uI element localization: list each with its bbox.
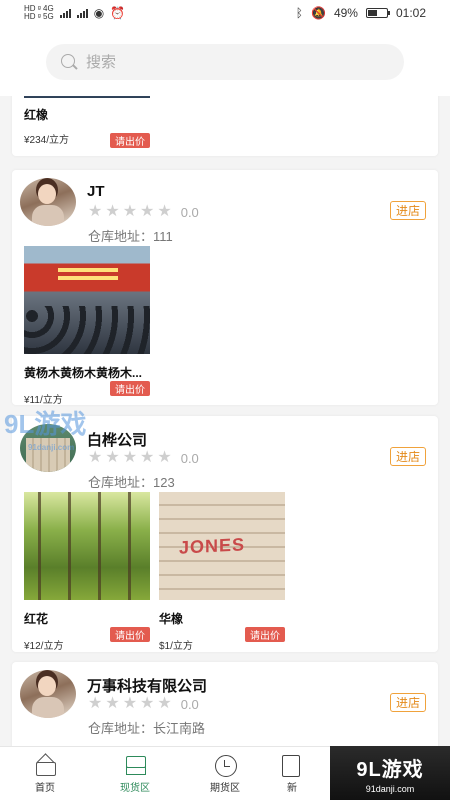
product-image[interactable] xyxy=(159,492,285,600)
quote-button[interactable]: 请出价 xyxy=(110,627,150,642)
ad-badge-subtext: 91danji.com xyxy=(365,783,415,794)
shop-name[interactable]: 万事科技有限公司 xyxy=(87,675,207,696)
battery-icon xyxy=(365,8,390,18)
nav-label: 首页 xyxy=(35,782,55,794)
mute-icon: 🔕 xyxy=(310,6,326,20)
quote-button[interactable]: 请出价 xyxy=(110,133,150,148)
nav-item-spot[interactable]: 现货区 xyxy=(90,747,180,800)
rating-value: 0.0 xyxy=(180,450,199,466)
shop-card: 万事科技有限公司 ★ ★ ★ ★ ★ 0.0 仓库地址：长江南路 进店 xyxy=(12,662,438,746)
product-name: 黄杨木黄杨木黄杨木... xyxy=(24,366,143,380)
signal-icon-2 xyxy=(76,8,88,18)
status-right: ᛒ 🔕 49% 01:02 xyxy=(296,6,426,20)
shop-avatar[interactable] xyxy=(20,670,76,718)
product-name: 华橡 xyxy=(159,612,184,626)
clock-icon xyxy=(214,754,237,777)
product-item[interactable]: 华橡 $1/立方 请出价 xyxy=(159,492,285,652)
warehouse-address: 仓库地址：长江南路 xyxy=(88,721,206,736)
shop-avatar[interactable] xyxy=(20,178,76,226)
enter-shop-button[interactable]: 进店 xyxy=(390,447,426,466)
rating-stars: ★ ★ ★ ★ ★ 0.0 xyxy=(88,696,199,712)
star-icon: ★ xyxy=(157,203,172,220)
warehouse-address: 仓库地址：111 xyxy=(88,229,173,244)
nav-label: 新 xyxy=(287,782,297,794)
quote-button[interactable]: 请出价 xyxy=(110,381,150,396)
star-icon: ★ xyxy=(157,695,172,712)
search-input[interactable] xyxy=(86,53,386,71)
star-icon: ★ xyxy=(105,203,120,220)
product-name: 红橡 xyxy=(24,108,49,122)
new-icon xyxy=(279,754,301,777)
product-item[interactable]: 红花 ¥12/立方 请出价 xyxy=(24,492,150,652)
star-icon: ★ xyxy=(140,449,155,466)
search-icon xyxy=(60,53,78,71)
status-left: HD ᵍ 4G HD ᵍ 5G ◉ ⏰ xyxy=(24,5,125,21)
shop-card: JT ★ ★ ★ ★ ★ 0.0 仓库地址：111 进店 黄杨木黄杨木黄杨木..… xyxy=(12,170,438,406)
clock-time: 01:02 xyxy=(395,6,426,20)
star-icon: ★ xyxy=(105,449,120,466)
product-name: 红花 xyxy=(24,612,49,626)
product-image[interactable] xyxy=(24,492,150,600)
product-item[interactable]: 红橡 ¥234/立方 请出价 xyxy=(24,96,150,148)
nav-label: 期货区 xyxy=(210,782,240,794)
rating-stars: ★ ★ ★ ★ ★ 0.0 xyxy=(88,204,199,220)
search-bar[interactable] xyxy=(46,44,404,80)
quote-button[interactable]: 请出价 xyxy=(245,627,285,642)
star-icon: ★ xyxy=(140,203,155,220)
nav-item-home[interactable]: 首页 xyxy=(0,747,90,800)
star-icon: ★ xyxy=(122,203,138,220)
status-bar: HD ᵍ 4G HD ᵍ 5G ◉ ⏰ ᛒ 🔕 49% 01:02 xyxy=(0,0,450,26)
ad-badge-text: 9L游戏 xyxy=(356,758,424,781)
eye-icon: ◉ xyxy=(93,6,105,20)
watermark-subtext: 91danji.com xyxy=(28,443,75,452)
star-icon: ★ xyxy=(140,695,155,712)
watermark-logo: 9L游戏 91danji.com xyxy=(4,406,100,452)
enter-shop-button[interactable]: 进店 xyxy=(390,201,426,220)
star-icon: ★ xyxy=(88,695,103,712)
ad-badge-logo: 9L游戏 91danji.com xyxy=(330,746,450,800)
star-icon: ★ xyxy=(122,449,138,466)
star-icon: ★ xyxy=(105,695,120,712)
product-item[interactable]: 黄杨木黄杨木黄杨木... ¥11/立方 请出价 xyxy=(24,246,150,406)
header xyxy=(0,26,450,96)
bluetooth-icon: ᛒ xyxy=(295,6,303,20)
nav-item-new[interactable]: 新 xyxy=(270,747,310,800)
nav-label: 现货区 xyxy=(120,782,150,794)
shop-name[interactable]: JT xyxy=(87,183,105,200)
shop-card: 红橡 ¥234/立方 请出价 xyxy=(12,96,438,156)
star-icon: ★ xyxy=(122,695,138,712)
star-icon: ★ xyxy=(157,449,172,466)
warehouse-address: 仓库地址：123 xyxy=(88,475,175,490)
alarm-icon: ⏰ xyxy=(110,6,126,20)
star-icon: ★ xyxy=(88,203,103,220)
rating-stars: ★ ★ ★ ★ ★ 0.0 xyxy=(88,450,199,466)
layers-icon xyxy=(124,755,146,775)
nav-item-futures[interactable]: 期货区 xyxy=(180,747,270,800)
enter-shop-button[interactable]: 进店 xyxy=(390,693,426,712)
product-image[interactable] xyxy=(24,246,150,354)
product-image[interactable] xyxy=(24,96,150,98)
battery-percent: 49% xyxy=(333,6,358,20)
rating-value: 0.0 xyxy=(180,204,199,220)
network-indicator: HD ᵍ 4G HD ᵍ 5G xyxy=(24,5,54,21)
rating-value: 0.0 xyxy=(180,696,199,712)
signal-icon xyxy=(59,8,71,18)
network-bottom-label: HD ᵍ 5G xyxy=(24,12,54,21)
home-icon xyxy=(34,755,56,776)
